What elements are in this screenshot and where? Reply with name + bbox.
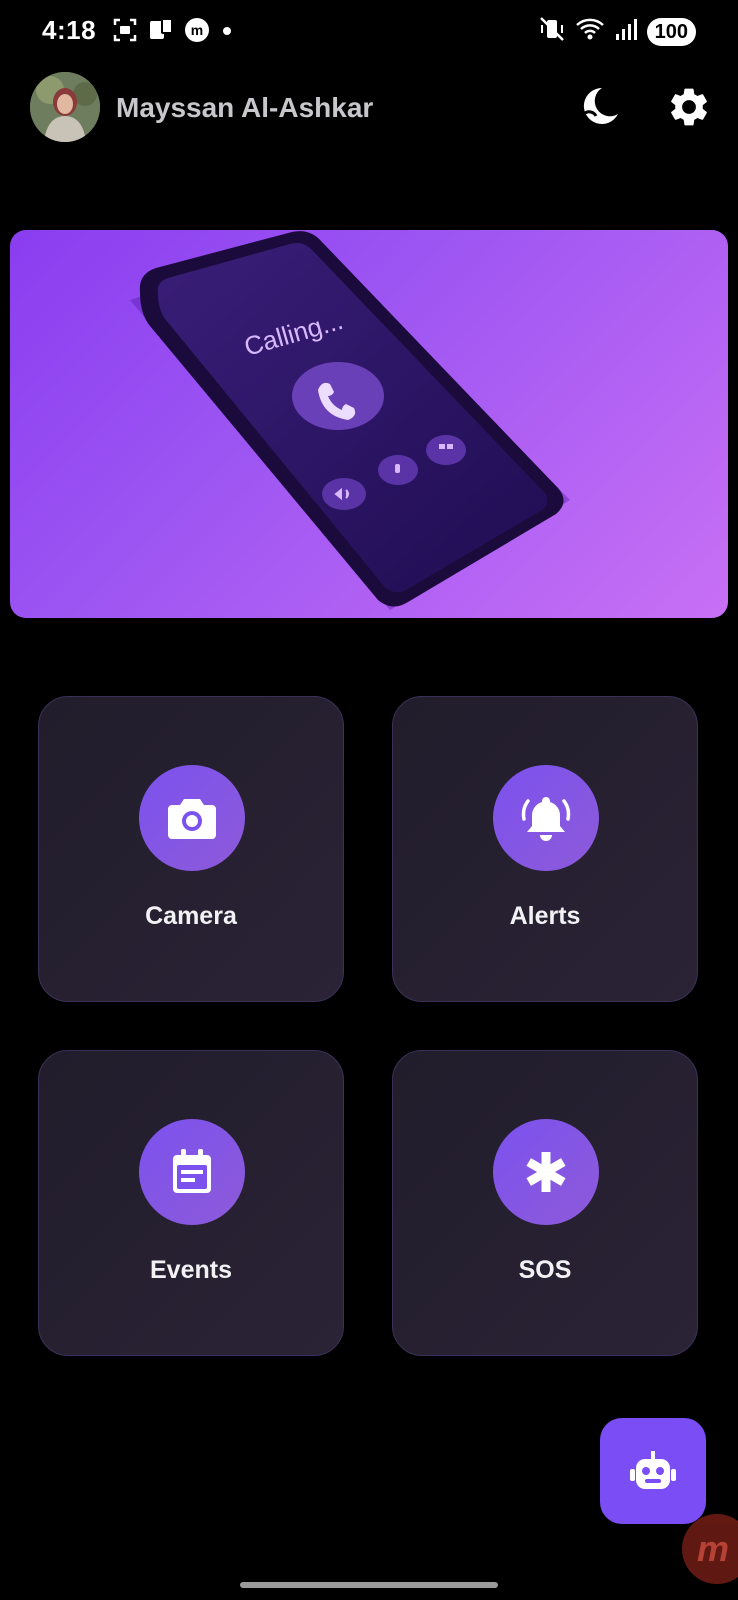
keypad-icon (426, 435, 466, 465)
battery-indicator: 100 (646, 17, 696, 46)
theme-toggle-button[interactable] (576, 84, 622, 130)
robot-icon (630, 1451, 676, 1489)
gear-icon (671, 88, 707, 126)
events-tile-label: Events (150, 1256, 232, 1284)
events-tile[interactable]: Events (38, 1050, 344, 1356)
vibrate-icon (539, 16, 565, 47)
alerts-tile[interactable]: Alerts (392, 696, 698, 1002)
screenshot-icon (112, 17, 138, 48)
home-indicator[interactable] (240, 1582, 498, 1588)
alerts-tile-badge (493, 765, 599, 871)
user-name: Mayssan Al-Ashkar (116, 92, 374, 123)
status-right-icons: 100 (539, 16, 696, 47)
svg-text:m: m (697, 1529, 729, 1569)
events-tile-badge (139, 1119, 245, 1225)
wifi-icon (575, 16, 605, 47)
settings-button[interactable] (666, 84, 712, 130)
status-bar: 4:18 m 100 (0, 0, 738, 62)
sos-tile-label: SOS (518, 1256, 572, 1284)
svg-text:m: m (191, 22, 203, 38)
app-m-icon: m (184, 17, 210, 48)
bell-icon (521, 797, 571, 841)
avatar[interactable] (30, 72, 100, 142)
status-time: 4:18 (42, 15, 97, 45)
hero-banner: Calling... (10, 230, 728, 618)
alerts-tile-label: Alerts (509, 902, 581, 930)
moon-icon (582, 87, 618, 124)
calendar-icon (173, 1149, 211, 1193)
camera-tile-badge (139, 765, 245, 871)
sos-tile[interactable]: SOS (392, 1050, 698, 1356)
camera-tile[interactable]: Camera (38, 696, 344, 1002)
asterisk-icon (526, 1152, 566, 1192)
app-header: Mayssan Al-Ashkar (30, 72, 712, 142)
cast-icon (148, 17, 174, 48)
status-left-icons: m (112, 17, 234, 48)
signal-icon (615, 16, 637, 47)
notification-dot-icon (220, 17, 234, 48)
camera-icon (168, 799, 216, 839)
assistant-fab-button[interactable] (600, 1418, 706, 1524)
app-m-watermark-icon: m (682, 1514, 738, 1584)
speaker-icon (322, 478, 366, 510)
camera-tile-label: Camera (145, 902, 237, 930)
sos-tile-badge (493, 1119, 599, 1225)
